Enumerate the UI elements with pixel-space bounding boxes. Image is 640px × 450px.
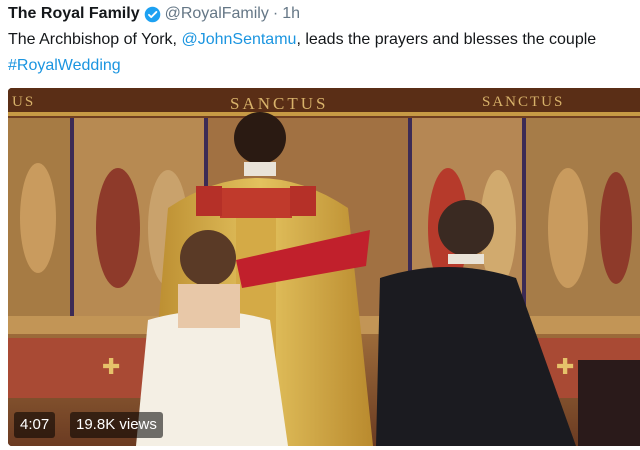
archbishop-collar (244, 162, 276, 176)
groom-head (438, 200, 494, 256)
groom-collar (448, 254, 484, 264)
kneeler (578, 360, 640, 446)
cross-emblem-left: ✚ (102, 354, 120, 379)
saint-figure-7 (600, 172, 632, 284)
hashtag-link[interactable]: #RoyalWedding (8, 57, 121, 74)
bride-back (178, 284, 240, 328)
duration-badge: 4:07 (14, 412, 56, 438)
text-before-mention: The Archbishop of York, (8, 31, 182, 48)
text-after-mention: , leads the prayers and blesses the coup… (296, 31, 597, 48)
tweet-text: The Archbishop of York, @JohnSentamu, le… (8, 28, 596, 51)
panel-divider-4 (522, 118, 526, 318)
banner-text-left: US (12, 94, 35, 110)
cross-emblem-right: ✚ (556, 354, 574, 379)
shield-left (196, 186, 222, 216)
panel-divider-1 (70, 118, 74, 318)
display-name[interactable]: The Royal Family (8, 5, 140, 23)
timestamp[interactable]: 1h (282, 5, 300, 23)
verified-badge-icon (144, 6, 160, 22)
hashtag-line: #RoyalWedding (8, 54, 121, 77)
video-player[interactable]: US SANCTUS SANCTUS ✚ ✚ 4:07 19.8K views (8, 88, 640, 446)
saint-figure-2 (96, 168, 140, 288)
archbishop-orphrey (220, 188, 292, 218)
archbishop-head (234, 112, 286, 164)
saint-figure-1 (20, 163, 56, 273)
view-count-badge: 19.8K views (70, 412, 163, 438)
mention-link[interactable]: @JohnSentamu (181, 31, 296, 48)
tweet-header: The Royal Family @RoyalFamily · 1h (8, 3, 300, 25)
saint-figure-6 (548, 168, 588, 288)
bride-head (180, 230, 236, 286)
banner-text-right: SANCTUS (482, 94, 564, 110)
handle[interactable]: @RoyalFamily (165, 5, 269, 23)
separator-dot: · (272, 5, 279, 22)
video-frame: US SANCTUS SANCTUS ✚ ✚ (8, 88, 640, 446)
banner-text-center: SANCTUS (230, 94, 328, 113)
shield-right (290, 186, 316, 216)
